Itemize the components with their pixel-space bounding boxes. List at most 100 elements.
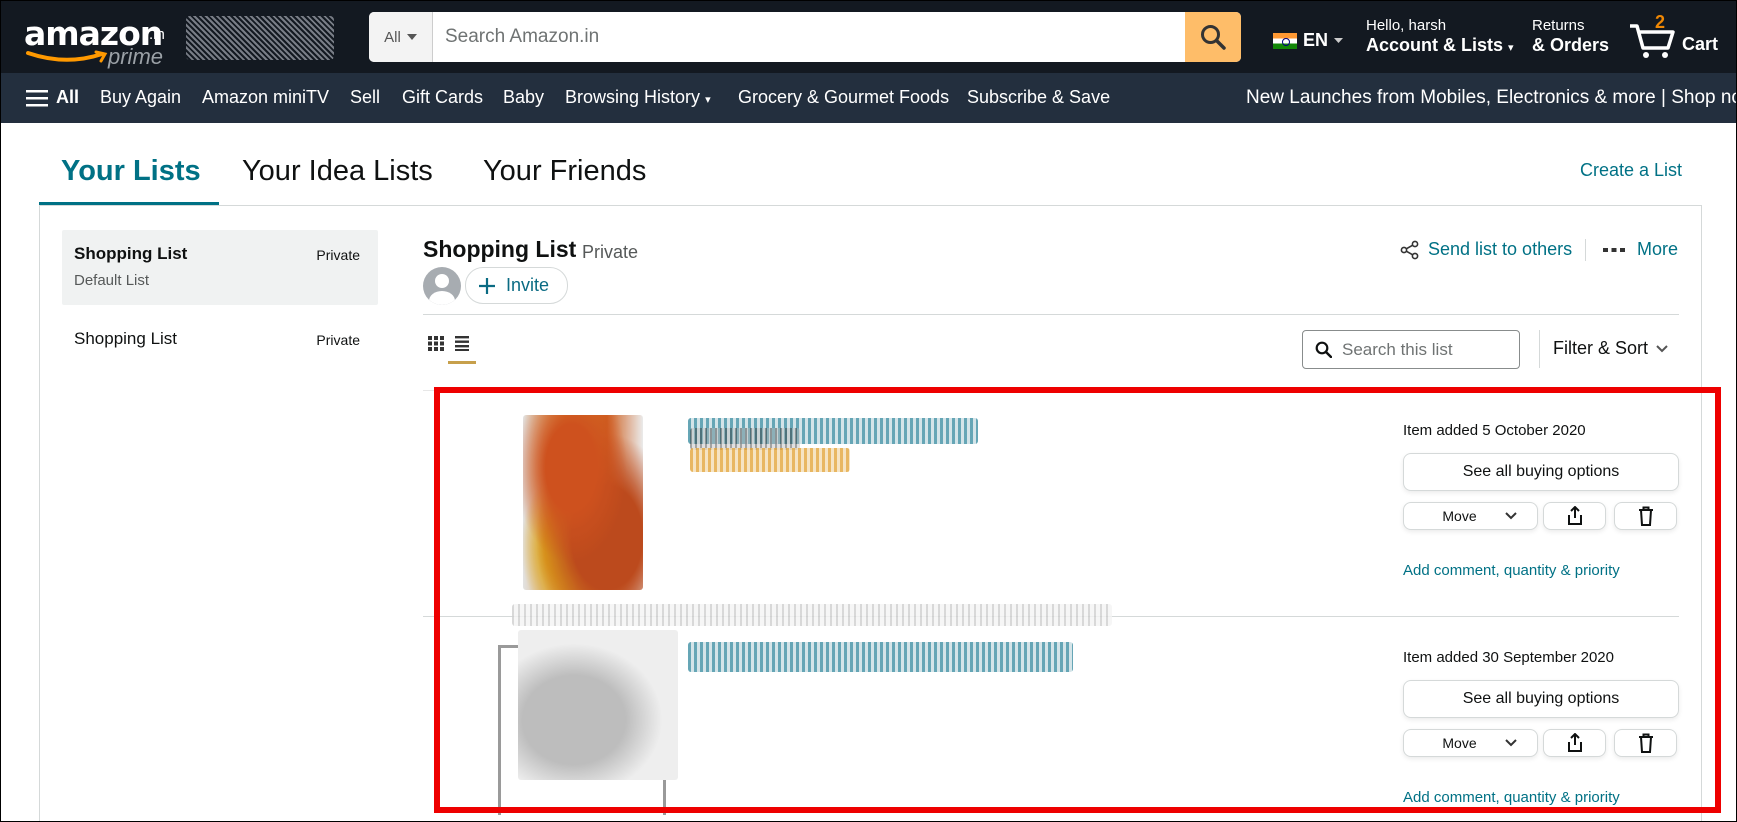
invite-label: Invite xyxy=(506,275,550,295)
sidebar-list-default[interactable]: Shopping List Default List Private xyxy=(62,230,378,305)
cart-icon xyxy=(1630,24,1675,58)
search-button[interactable] xyxy=(1185,12,1241,62)
nav-browsing-history-label: Browsing History xyxy=(565,87,701,107)
toolbar-divider xyxy=(423,390,1679,391)
sidebar-list-privacy: Private xyxy=(316,332,360,348)
move-label: Move xyxy=(1442,508,1477,524)
add-comment-link[interactable]: Add comment, quantity & priority xyxy=(1403,562,1620,579)
add-comment-link[interactable]: Add comment, quantity & priority xyxy=(1403,789,1620,806)
caret-down-icon xyxy=(1334,37,1344,43)
trash-icon xyxy=(1638,506,1653,526)
nav-grocery[interactable]: Grocery & Gourmet Foods xyxy=(738,87,949,108)
logo-tld: .in xyxy=(149,26,165,43)
move-label: Move xyxy=(1442,735,1477,751)
search-category-select[interactable]: All xyxy=(369,12,433,62)
share-nodes-icon xyxy=(1400,240,1419,259)
share-icon xyxy=(1567,506,1582,525)
list-search-input[interactable] xyxy=(1342,339,1512,360)
item-added-date: Item added 30 September 2020 xyxy=(1403,649,1614,666)
caret-down-icon xyxy=(406,34,417,40)
toolbar-separator xyxy=(1539,330,1540,368)
search-bar: All xyxy=(369,12,1241,62)
logo-smile-icon xyxy=(26,50,108,63)
hamburger-icon xyxy=(26,89,48,106)
redacted-item-title-detail xyxy=(690,428,800,450)
send-list-label: Send list to others xyxy=(1428,239,1573,259)
all-menu-button[interactable]: All xyxy=(26,87,79,108)
india-flag-icon xyxy=(1273,32,1297,49)
orders-line2: & Orders xyxy=(1532,35,1610,55)
all-menu-label: All xyxy=(56,87,80,107)
language-label: EN xyxy=(1303,30,1329,50)
share-item-button[interactable] xyxy=(1543,729,1606,757)
avatar xyxy=(423,267,461,305)
tab-your-idea-lists[interactable]: Your Idea Lists xyxy=(242,155,433,188)
redacted-item-banner xyxy=(512,604,1112,626)
redacted-location-block xyxy=(186,16,334,60)
more-label: More xyxy=(1637,239,1679,259)
create-list-link[interactable]: Create a List xyxy=(1580,160,1682,181)
see-buying-options-button[interactable]: See all buying options xyxy=(1403,453,1679,491)
cart-label: Cart xyxy=(1682,34,1719,54)
list-view-icon xyxy=(455,336,469,351)
nav-strip: All Buy Again Amazon miniTV Sell Gift Ca… xyxy=(0,73,1737,123)
filter-sort-label: Filter & Sort xyxy=(1553,338,1649,358)
nav-baby[interactable]: Baby xyxy=(503,87,544,108)
nav-promo-banner[interactable]: New Launches from Mobiles, Electronics &… xyxy=(1246,87,1737,109)
grid-view-icon xyxy=(428,336,444,351)
cart-count: 2 xyxy=(1655,12,1666,32)
plus-icon xyxy=(479,277,495,294)
sidebar-list-sub: Default List xyxy=(74,272,150,289)
search-icon xyxy=(1201,25,1226,50)
nav-sell[interactable]: Sell xyxy=(350,87,380,108)
see-buying-options-button[interactable]: See all buying options xyxy=(1403,680,1679,718)
share-icon xyxy=(1567,733,1582,752)
item-added-date: Item added 5 October 2020 xyxy=(1403,422,1586,439)
redacted-item-price xyxy=(690,448,850,472)
invite-button[interactable]: Invite xyxy=(465,267,568,304)
tab-your-friends[interactable]: Your Friends xyxy=(483,155,646,188)
delete-item-button[interactable] xyxy=(1614,729,1677,757)
list-privacy: Private xyxy=(582,242,639,262)
account-lists-menu[interactable]: Hello, harsh Account & Lists ▾ xyxy=(1366,17,1514,56)
list-header-divider xyxy=(423,314,1679,315)
item-image[interactable] xyxy=(523,415,643,590)
account-label: Account & Lists ▾ xyxy=(1366,35,1514,55)
redacted-item-title[interactable] xyxy=(688,642,1073,672)
move-dropdown[interactable]: Move xyxy=(1403,502,1538,530)
header-separator xyxy=(1585,239,1586,261)
item-image[interactable] xyxy=(518,630,678,780)
search-input[interactable] xyxy=(433,12,1185,62)
tab-your-lists[interactable]: Your Lists xyxy=(61,155,201,188)
share-item-button[interactable] xyxy=(1543,502,1606,530)
active-view-underline xyxy=(448,361,476,364)
amazon-logo[interactable]: amazon .in prime xyxy=(22,14,172,69)
more-menu-button[interactable]: More xyxy=(1603,239,1678,260)
move-dropdown[interactable]: Move xyxy=(1403,729,1538,757)
list-view-button[interactable] xyxy=(455,335,469,356)
ellipsis-icon xyxy=(1603,247,1625,252)
sidebar-list-second[interactable]: Shopping List Private xyxy=(62,315,378,363)
list-title: Shopping List xyxy=(423,236,577,262)
list-search-box xyxy=(1302,330,1520,369)
chevron-down-icon xyxy=(1504,739,1517,747)
nav-browsing-history[interactable]: Browsing History ▾ xyxy=(565,87,711,108)
caret-down-icon: ▾ xyxy=(705,94,711,106)
nav-subscribe-save[interactable]: Subscribe & Save xyxy=(967,87,1110,108)
send-list-button[interactable]: Send list to others xyxy=(1400,239,1572,260)
cart-link[interactable]: 2 Cart xyxy=(1628,12,1728,62)
language-selector[interactable]: EN xyxy=(1273,30,1344,51)
orders-line1: Returns xyxy=(1532,17,1585,34)
image-frame-top xyxy=(498,645,518,648)
returns-orders-link[interactable]: Returns & Orders xyxy=(1532,17,1609,56)
grid-view-button[interactable] xyxy=(428,335,444,356)
filter-sort-dropdown[interactable]: Filter & Sort xyxy=(1553,338,1668,359)
nav-buy-again[interactable]: Buy Again xyxy=(100,87,181,108)
delete-item-button[interactable] xyxy=(1614,502,1677,530)
chevron-down-icon xyxy=(1504,512,1517,520)
search-category-label: All xyxy=(384,28,401,46)
image-frame-left xyxy=(498,645,501,815)
nav-gift-cards[interactable]: Gift Cards xyxy=(402,87,483,108)
top-header: amazon .in prime All EN Hello, harsh Acc… xyxy=(0,0,1737,73)
nav-amazon-minitv[interactable]: Amazon miniTV xyxy=(202,87,329,108)
